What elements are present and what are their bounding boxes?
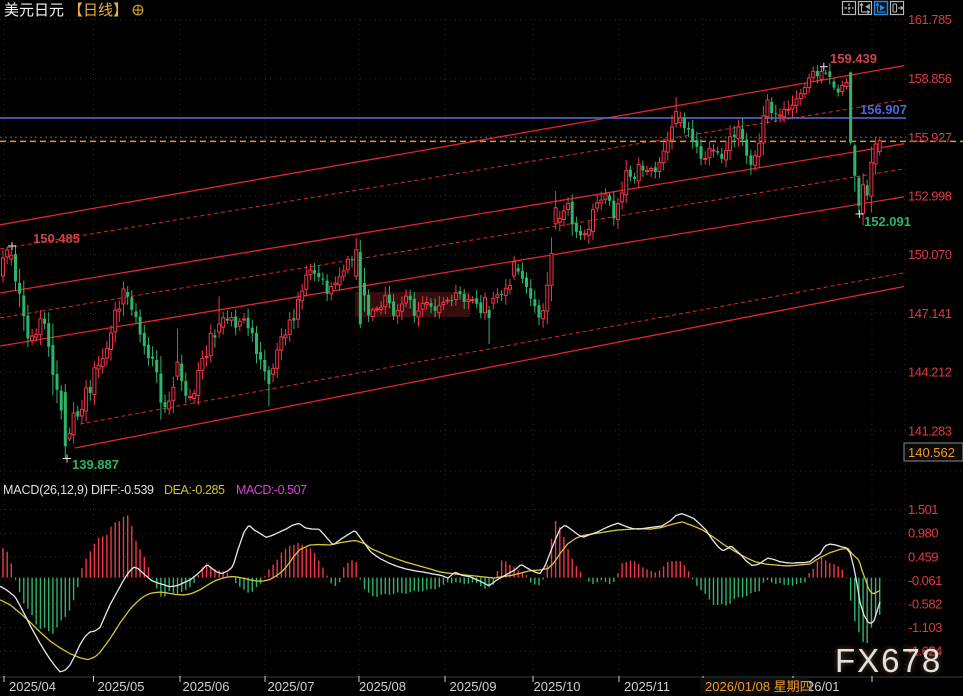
svg-text:147.141: 147.141 — [908, 306, 952, 321]
svg-text:2025/09: 2025/09 — [450, 679, 497, 694]
svg-text:152.998: 152.998 — [908, 189, 952, 204]
svg-text:152.091: 152.091 — [864, 214, 911, 229]
svg-text:-0.582: -0.582 — [908, 597, 942, 612]
svg-text:2025/07: 2025/07 — [268, 679, 315, 694]
svg-text:155.927: 155.927 — [908, 130, 952, 145]
svg-text:-0.061: -0.061 — [908, 573, 942, 588]
svg-text:2025/10: 2025/10 — [534, 679, 581, 694]
svg-text:2026/01/08 星期四: 2026/01/08 星期四 — [705, 679, 813, 694]
svg-text:144.212: 144.212 — [908, 365, 952, 380]
svg-text:150.070: 150.070 — [908, 247, 952, 262]
svg-text:161.785: 161.785 — [908, 12, 952, 27]
svg-text:DEA:-0.285: DEA:-0.285 — [164, 483, 225, 497]
svg-text:DIFF:-0.539: DIFF:-0.539 — [91, 483, 154, 497]
svg-text:FX678: FX678 — [835, 642, 942, 679]
svg-text:0.980: 0.980 — [908, 526, 938, 541]
svg-text:1.501: 1.501 — [908, 502, 938, 517]
svg-text:2025/06: 2025/06 — [183, 679, 230, 694]
svg-text:139.887: 139.887 — [72, 457, 119, 472]
svg-text:美元日元: 美元日元 — [4, 2, 64, 19]
svg-text:2025/11: 2025/11 — [624, 679, 670, 694]
svg-text:【日线】: 【日线】 — [68, 2, 128, 19]
svg-text:150.485: 150.485 — [33, 231, 80, 246]
svg-text:159.439: 159.439 — [830, 51, 877, 66]
svg-text:156.907: 156.907 — [860, 102, 907, 117]
svg-text:2025/05: 2025/05 — [98, 679, 145, 694]
svg-text:MACD(26,12,9): MACD(26,12,9) — [3, 483, 88, 497]
svg-text:141.283: 141.283 — [908, 423, 952, 438]
svg-text:0.459: 0.459 — [908, 549, 938, 564]
svg-text:2025/08: 2025/08 — [359, 679, 406, 694]
svg-text:140.562: 140.562 — [908, 445, 955, 460]
svg-text:-1.103: -1.103 — [908, 620, 942, 635]
svg-text:158.856: 158.856 — [908, 71, 952, 86]
svg-text:2025/04: 2025/04 — [9, 679, 56, 694]
svg-text:MACD:-0.507: MACD:-0.507 — [236, 483, 307, 497]
